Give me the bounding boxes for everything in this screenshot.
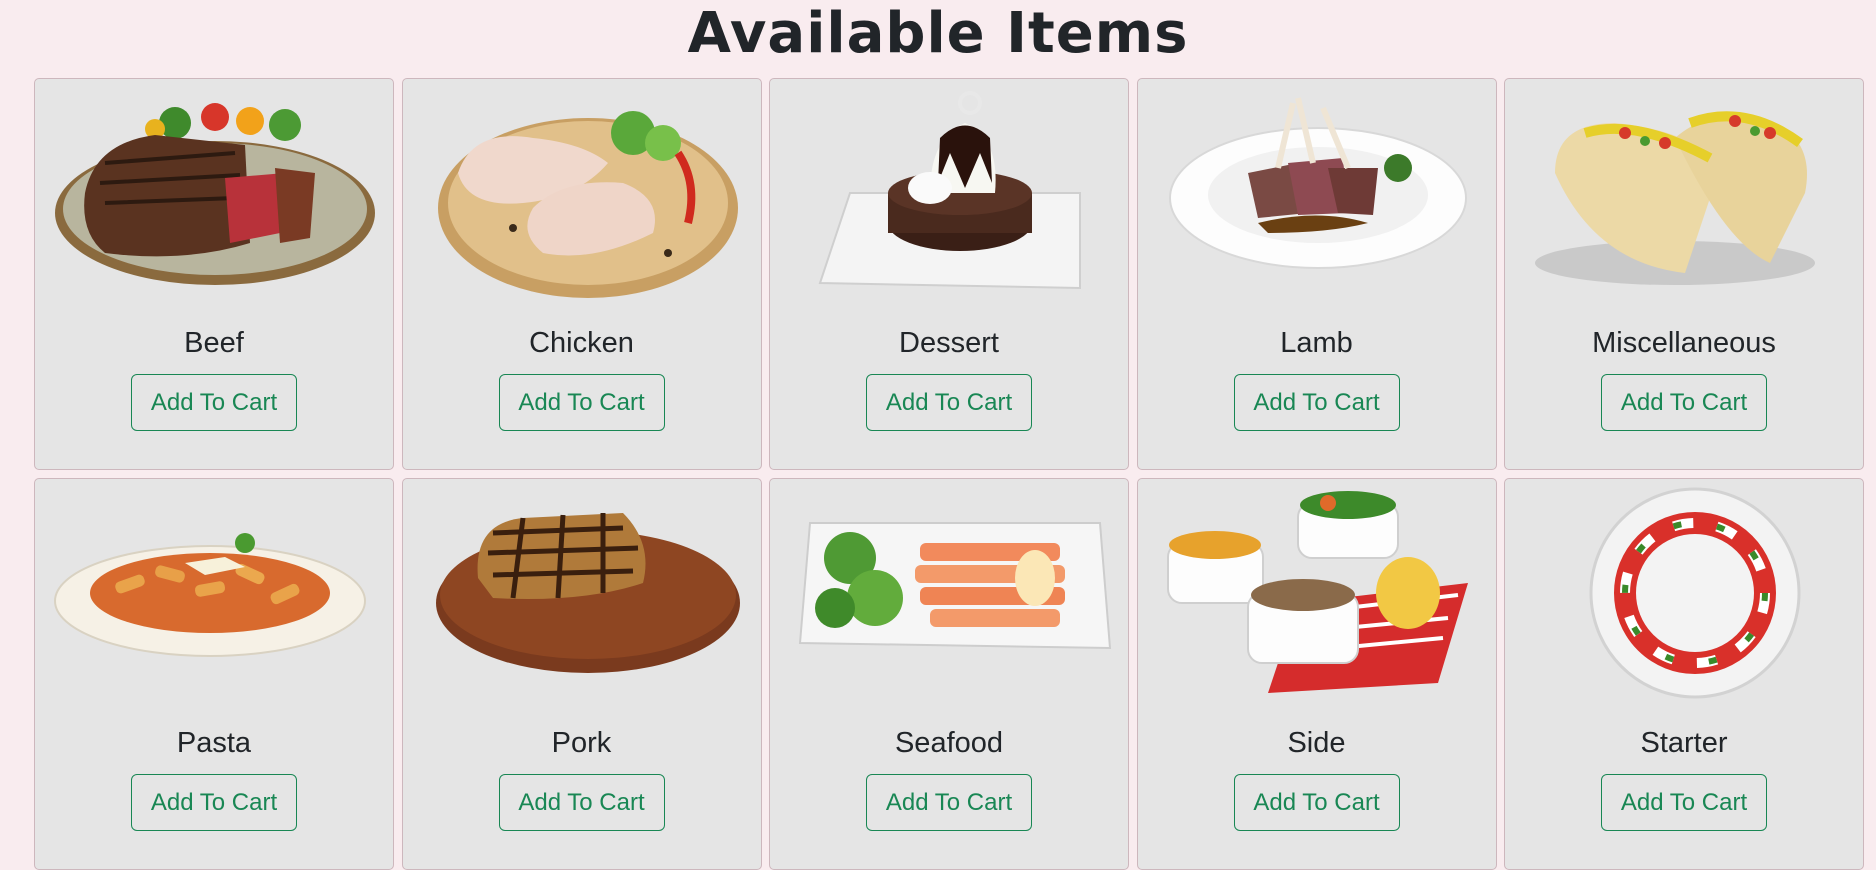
- item-name: Pasta: [176, 727, 252, 759]
- caprese-wreath-image: [1515, 483, 1855, 703]
- penne-bowl-image: [45, 483, 385, 703]
- item-name: Miscellaneous: [1592, 327, 1776, 359]
- item-card-miscellaneous: Miscellaneous Add To Cart: [1504, 78, 1864, 470]
- item-card-dessert: Dessert Add To Cart: [769, 78, 1129, 470]
- item-card-lamb: Lamb Add To Cart: [1136, 78, 1497, 470]
- items-grid: Beef Add To Cart Chicken Add To Cart Des…: [34, 78, 1864, 870]
- item-name: Pork: [551, 727, 612, 759]
- steak-plate-image: [45, 83, 385, 303]
- add-to-cart-button[interactable]: Add To Cart: [1601, 774, 1767, 831]
- item-card-side: Side Add To Cart: [1136, 478, 1497, 870]
- item-card-beef: Beef Add To Cart: [34, 78, 394, 470]
- add-to-cart-button[interactable]: Add To Cart: [1601, 374, 1767, 431]
- chocolate-cake-image: [780, 83, 1120, 303]
- item-card-pork: Pork Add To Cart: [401, 478, 762, 870]
- add-to-cart-button[interactable]: Add To Cart: [498, 374, 665, 431]
- page-title: Available Items: [687, 1, 1189, 66]
- add-to-cart-button[interactable]: Add To Cart: [866, 774, 1032, 831]
- item-card-seafood: Seafood Add To Cart: [769, 478, 1129, 870]
- item-name: Dessert: [899, 327, 999, 359]
- item-name: Seafood: [894, 727, 1004, 759]
- tacos-image: [1515, 83, 1855, 303]
- salmon-plate-image: [780, 483, 1120, 703]
- pork-chop-image: [413, 483, 753, 703]
- item-name: Beef: [184, 327, 244, 359]
- item-name: Chicken: [529, 327, 634, 359]
- item-name: Starter: [1640, 727, 1728, 759]
- item-name: Lamb: [1280, 327, 1353, 359]
- item-card-pasta: Pasta Add To Cart: [34, 478, 394, 870]
- add-to-cart-button[interactable]: Add To Cart: [1233, 374, 1400, 431]
- add-to-cart-button[interactable]: Add To Cart: [498, 774, 665, 831]
- chicken-board-image: [413, 83, 753, 303]
- add-to-cart-button[interactable]: Add To Cart: [131, 374, 297, 431]
- add-to-cart-button[interactable]: Add To Cart: [131, 774, 297, 831]
- item-card-starter: Starter Add To Cart: [1504, 478, 1864, 870]
- add-to-cart-button[interactable]: Add To Cart: [1233, 774, 1400, 831]
- add-to-cart-button[interactable]: Add To Cart: [866, 374, 1032, 431]
- side-dishes-image: [1148, 483, 1488, 703]
- lamb-chops-image: [1148, 83, 1488, 303]
- item-name: Side: [1287, 727, 1346, 759]
- item-card-chicken: Chicken Add To Cart: [401, 78, 762, 470]
